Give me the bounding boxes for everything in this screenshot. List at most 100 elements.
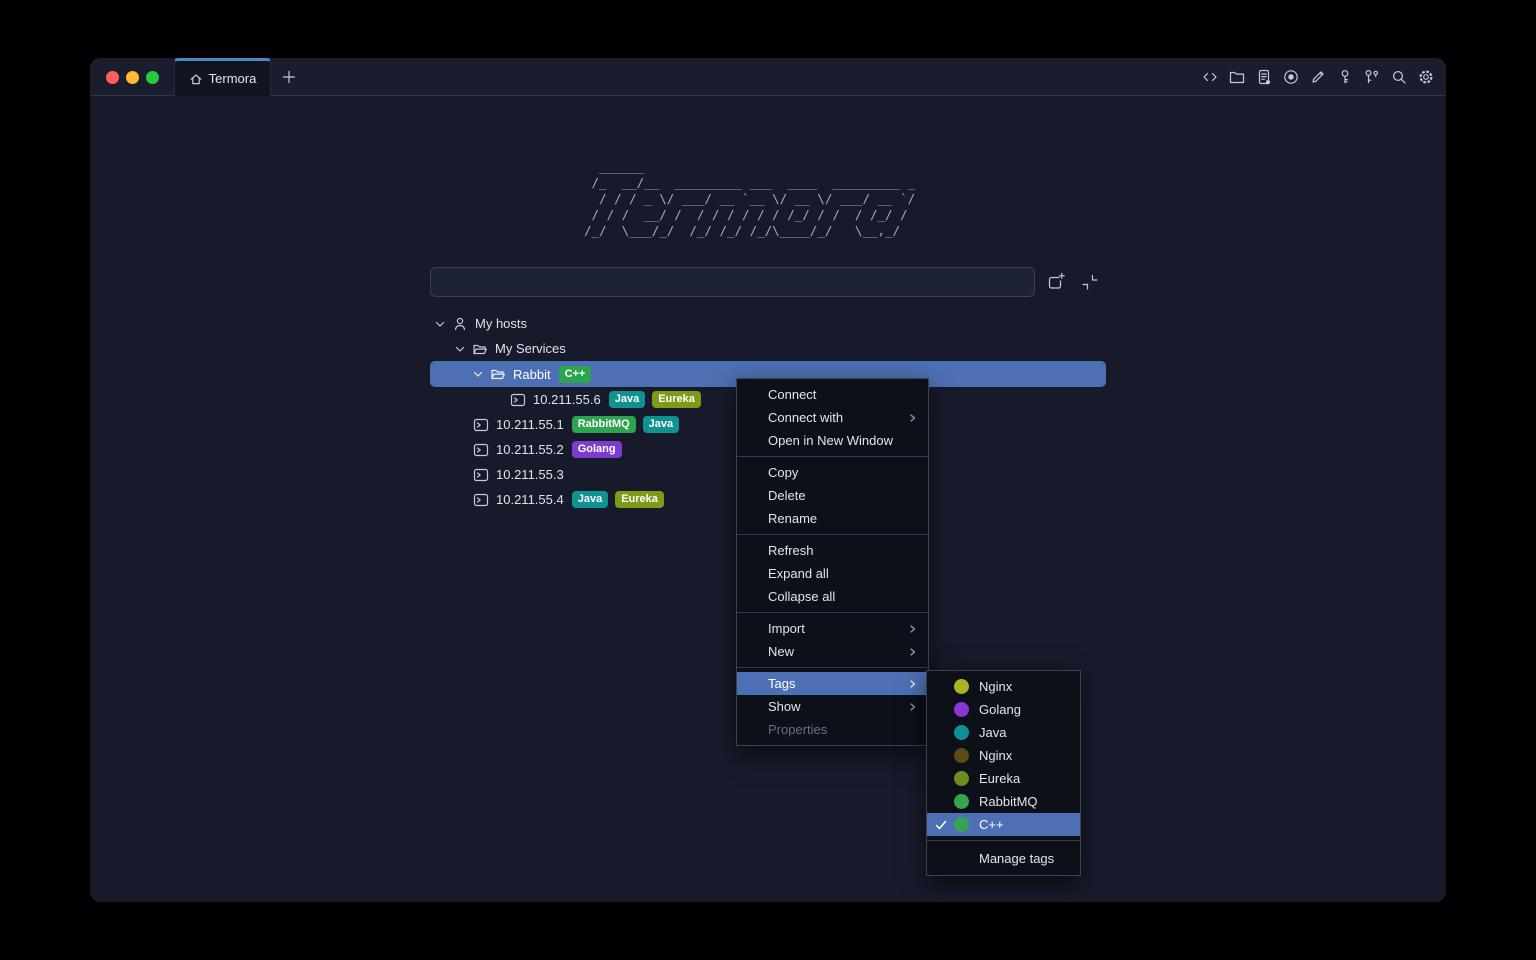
- tab-label: Termora: [209, 71, 257, 86]
- close-button[interactable]: [106, 71, 119, 84]
- menu-item-expand-all[interactable]: Expand all: [737, 562, 928, 585]
- branch-icon: [1363, 68, 1381, 86]
- menu-item-rename[interactable]: Rename: [737, 507, 928, 530]
- submenu-item-golang[interactable]: Golang: [927, 698, 1080, 721]
- submenu-item-label: Manage tags: [979, 851, 1054, 866]
- tag-badge: C++: [559, 366, 592, 383]
- key-button[interactable]: [1336, 68, 1354, 86]
- tree-label: Rabbit: [513, 367, 551, 382]
- menu-item-label: Collapse all: [768, 589, 835, 604]
- submenu-item-nginx-2[interactable]: Nginx: [927, 744, 1080, 767]
- add-host-button[interactable]: [1045, 271, 1067, 293]
- tag-badge: Eureka: [652, 391, 701, 408]
- tag-badge: Java: [609, 391, 645, 408]
- menu-item-label: Properties: [768, 722, 827, 737]
- menu-separator: [737, 667, 928, 668]
- menu-item-tags[interactable]: Tags: [737, 672, 928, 695]
- menu-item-copy[interactable]: Copy: [737, 461, 928, 484]
- terminal-icon: [473, 467, 489, 483]
- log-button[interactable]: [1255, 68, 1273, 86]
- terminal-icon: [473, 417, 489, 433]
- submenu-item-label: Eureka: [979, 771, 1020, 786]
- menu-separator: [737, 612, 928, 613]
- menu-item-label: Import: [768, 621, 805, 636]
- tag-badge: Golang: [572, 441, 622, 458]
- code-button[interactable]: [1201, 68, 1219, 86]
- submenu-item-manage-tags[interactable]: Manage tags: [927, 845, 1080, 871]
- branch-button[interactable]: [1363, 68, 1381, 86]
- tree-label: 10.211.55.2: [496, 442, 564, 457]
- tag-color-dot: [954, 817, 969, 832]
- submenu-item-label: RabbitMQ: [979, 794, 1038, 809]
- tree-label: 10.211.55.3: [496, 467, 564, 482]
- tree-row-my-services[interactable]: My Services: [430, 336, 566, 361]
- tree-label: 10.211.55.1: [496, 417, 564, 432]
- menu-item-label: Rename: [768, 511, 817, 526]
- tree-row-10-211-55-4[interactable]: 10.211.55.4 Java Eureka: [430, 487, 664, 512]
- submenu-item-cpp[interactable]: C++: [927, 813, 1080, 836]
- terminal-icon: [510, 392, 526, 408]
- menu-item-properties: Properties: [737, 718, 928, 741]
- app-window: Termora: [90, 58, 1446, 902]
- submenu-item-eureka[interactable]: Eureka: [927, 767, 1080, 790]
- tree-row-my-hosts[interactable]: My hosts: [430, 311, 527, 336]
- chevron-right-icon: [908, 647, 918, 657]
- filter-input[interactable]: [430, 267, 1035, 297]
- folder-open-icon: [472, 341, 488, 357]
- submenu-item-java[interactable]: Java: [927, 721, 1080, 744]
- submenu-item-rabbitmq[interactable]: RabbitMQ: [927, 790, 1080, 813]
- chevron-down-icon[interactable]: [453, 342, 467, 356]
- submenu-item-label: C++: [979, 817, 1004, 832]
- menu-item-import[interactable]: Import: [737, 617, 928, 640]
- tree-label: My hosts: [475, 316, 527, 331]
- tree-row-10-211-55-3[interactable]: 10.211.55.3: [430, 462, 564, 487]
- log-icon: [1255, 68, 1273, 86]
- menu-item-label: Refresh: [768, 543, 814, 558]
- tree-row-10-211-55-6[interactable]: 10.211.55.6 Java Eureka: [430, 387, 701, 412]
- menu-item-label: Expand all: [768, 566, 829, 581]
- menu-item-connect-with[interactable]: Connect with: [737, 406, 928, 429]
- key-icon: [1336, 68, 1354, 86]
- menu-item-collapse-all[interactable]: Collapse all: [737, 585, 928, 608]
- tag-badge: RabbitMQ: [572, 416, 636, 433]
- tree-label: 10.211.55.6: [533, 392, 601, 407]
- tag-color-dot: [954, 702, 969, 717]
- menu-item-label: New: [768, 644, 794, 659]
- submenu-item-label: Nginx: [979, 679, 1012, 694]
- new-tab-button[interactable]: [280, 68, 298, 86]
- plus-icon: [280, 68, 298, 86]
- menu-item-open-in-new-window[interactable]: Open in New Window: [737, 429, 928, 452]
- menu-separator: [737, 456, 928, 457]
- menu-item-new[interactable]: New: [737, 640, 928, 663]
- record-button[interactable]: [1282, 68, 1300, 86]
- menu-item-label: Connect: [768, 387, 816, 402]
- tree-row-10-211-55-1[interactable]: 10.211.55.1 RabbitMQ Java: [430, 412, 679, 437]
- minimize-button[interactable]: [126, 71, 139, 84]
- zoom-button[interactable]: [146, 71, 159, 84]
- search-icon: [1390, 68, 1408, 86]
- collapse-all-icon: [1079, 271, 1101, 293]
- settings-button[interactable]: [1417, 68, 1435, 86]
- tree-row-10-211-55-2[interactable]: 10.211.55.2 Golang: [430, 437, 622, 462]
- search-button[interactable]: [1390, 68, 1408, 86]
- chevron-down-icon[interactable]: [433, 317, 447, 331]
- folder-open-icon: [490, 366, 506, 382]
- edit-button[interactable]: [1309, 68, 1327, 86]
- tag-color-dot: [954, 771, 969, 786]
- collapse-all-button[interactable]: [1079, 271, 1101, 293]
- menu-item-delete[interactable]: Delete: [737, 484, 928, 507]
- chevron-down-icon[interactable]: [471, 367, 485, 381]
- menu-item-label: Show: [768, 699, 801, 714]
- user-icon: [452, 316, 468, 332]
- submenu-item-nginx-1[interactable]: Nginx: [927, 675, 1080, 698]
- submenu-item-label: Nginx: [979, 748, 1012, 763]
- tab-termora[interactable]: Termora: [174, 58, 271, 96]
- traffic-lights: [106, 71, 159, 84]
- terminal-icon: [473, 492, 489, 508]
- code-icon: [1201, 68, 1219, 86]
- folder-button[interactable]: [1228, 68, 1246, 86]
- menu-item-refresh[interactable]: Refresh: [737, 539, 928, 562]
- menu-item-show[interactable]: Show: [737, 695, 928, 718]
- menu-item-connect[interactable]: Connect: [737, 383, 928, 406]
- menu-item-label: Connect with: [768, 410, 843, 425]
